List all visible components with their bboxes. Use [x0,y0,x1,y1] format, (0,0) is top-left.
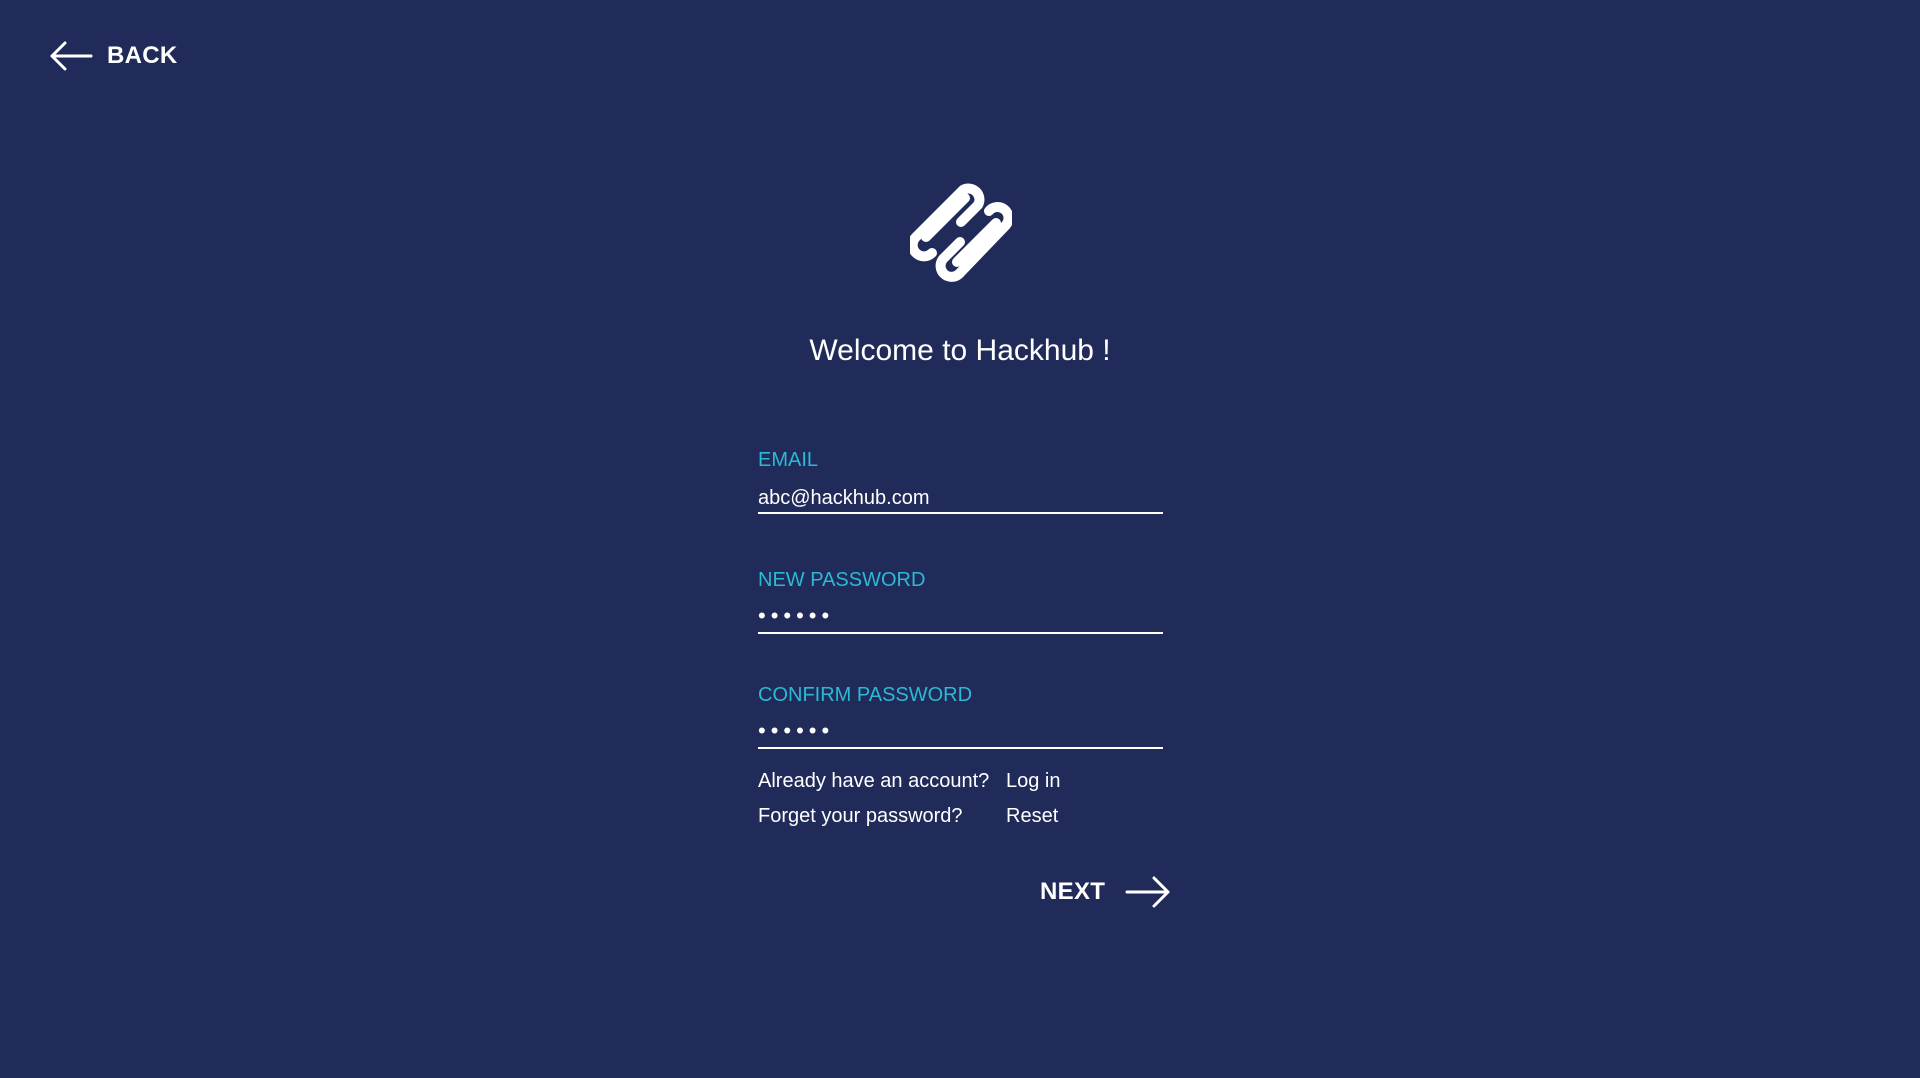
new-password-input[interactable] [758,600,1163,634]
email-label: EMAIL [758,449,819,471]
reset-question: Forget your password? [758,805,963,827]
login-question: Already have an account? [758,770,990,792]
next-label: NEXT [1040,878,1106,905]
login-link[interactable]: Log in [1006,769,1061,793]
arrow-left-icon [50,41,93,71]
email-input[interactable] [758,484,1163,514]
confirm-password-label: CONFIRM PASSWORD [758,684,973,706]
next-button[interactable]: NEXT [1040,874,1171,910]
back-button[interactable]: BACK [49,39,178,73]
back-label: BACK [107,42,178,69]
confirm-password-field-group: CONFIRM PASSWORD [758,683,1163,751]
welcome-title: Welcome to Hackhub ! [809,334,1111,367]
confirm-password-input[interactable] [758,715,1163,749]
email-field-group: EMAIL [758,448,1163,520]
new-password-label: NEW PASSWORD [758,569,926,591]
new-password-field-group: NEW PASSWORD [758,568,1163,636]
hackhub-logo [910,183,1012,282]
arrow-right-icon [1125,876,1170,908]
reset-link[interactable]: Reset [1006,804,1058,828]
